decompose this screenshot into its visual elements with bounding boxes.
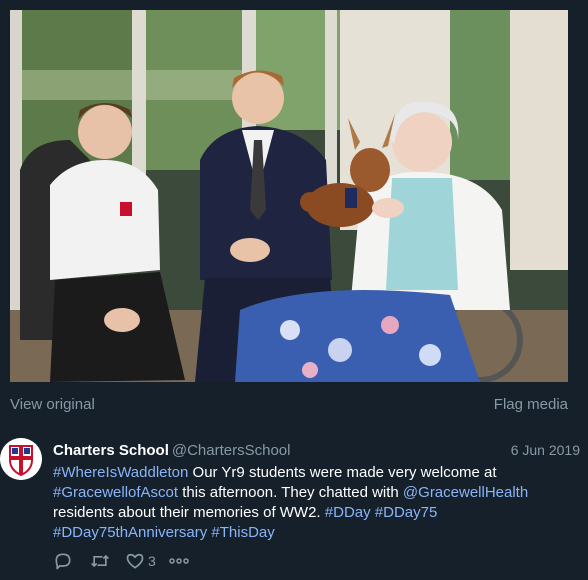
school-crest-logo: [0, 438, 42, 480]
hashtag-link[interactable]: #ThisDay: [211, 524, 274, 541]
more-icon: [169, 558, 189, 564]
hashtag-link[interactable]: #DDay75thAnniversary: [53, 524, 207, 541]
like-count: 3: [148, 553, 156, 569]
view-original-link[interactable]: View original: [10, 396, 95, 413]
reply-button[interactable]: [53, 551, 73, 571]
tweet-actions: 3: [53, 551, 253, 573]
like-button[interactable]: 3: [125, 551, 156, 571]
tweet-text-segment: Our Yr9 students were made very welcome …: [188, 464, 497, 481]
tweet-text-segment: residents about their memories of WW2.: [53, 504, 325, 521]
tweet-text-line: #GracewellofAscot this afternoon. They c…: [53, 483, 583, 503]
hashtag-link[interactable]: #WhereIsWaddleton: [53, 464, 188, 481]
heart-icon: [126, 553, 144, 569]
tweet-text-line: #DDay75thAnniversary #ThisDay: [53, 523, 583, 543]
tweet-text-line: #WhereIsWaddleton Our Yr9 students were …: [53, 463, 583, 483]
author-name[interactable]: Charters School: [53, 442, 169, 459]
tweet-photo[interactable]: [10, 10, 568, 382]
hashtag-link[interactable]: #DDay: [325, 504, 371, 521]
hashtag-link[interactable]: #GracewellofAscot: [53, 484, 178, 501]
avatar[interactable]: [0, 438, 42, 480]
author-handle[interactable]: @ChartersSchool: [172, 442, 291, 459]
tweet-text-segment: this afternoon. They chatted with: [178, 484, 403, 501]
tweet-text: #WhereIsWaddleton Our Yr9 students were …: [53, 463, 583, 543]
tweet-text-line: residents about their memories of WW2. #…: [53, 503, 583, 523]
tweet-date[interactable]: 6 Jun 2019: [511, 442, 580, 458]
hashtag-link[interactable]: #DDay75: [375, 504, 438, 521]
retweet-icon: [91, 554, 109, 568]
reply-icon: [55, 553, 71, 570]
more-button[interactable]: [168, 553, 190, 569]
flag-media-link[interactable]: Flag media: [494, 396, 568, 413]
retweet-button[interactable]: [89, 551, 111, 571]
photo-image: [10, 10, 568, 382]
mention-link[interactable]: @GracewellHealth: [403, 484, 528, 501]
